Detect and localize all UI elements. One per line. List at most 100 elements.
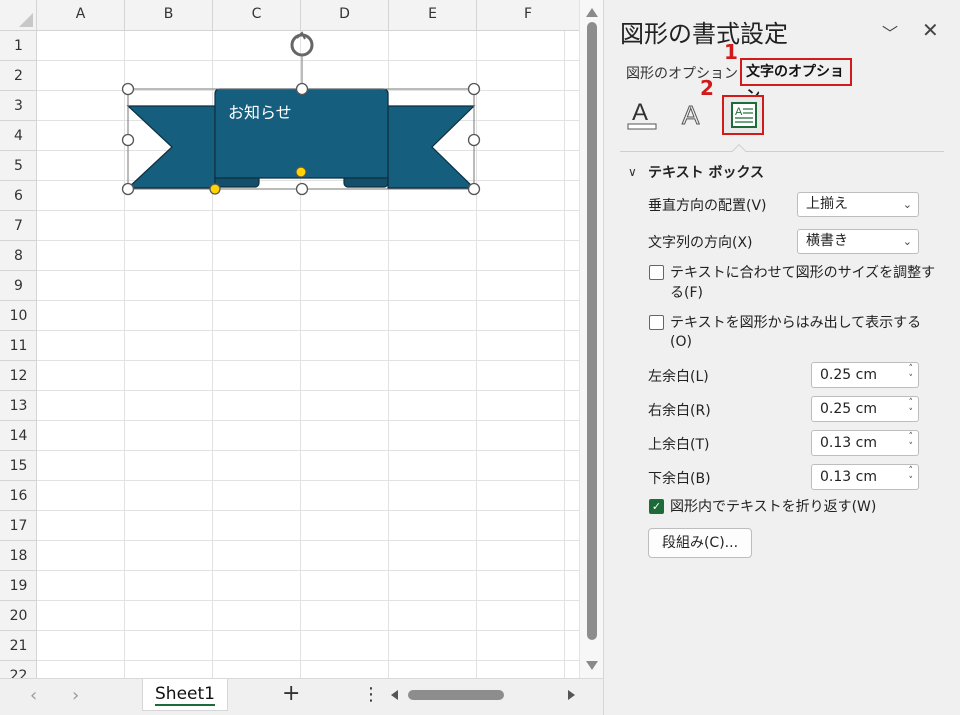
column-header-b[interactable]: B: [125, 0, 213, 31]
chevron-down-icon[interactable]: ﹀: [882, 20, 898, 44]
tab-text-options[interactable]: 文字のオプション: [740, 58, 852, 104]
section-collapse-icon[interactable]: ∨: [628, 165, 637, 179]
vertical-scroll-thumb[interactable]: [587, 22, 597, 640]
resize-handle: [121, 182, 135, 196]
row-header[interactable]: 21: [0, 631, 36, 661]
close-icon[interactable]: ✕: [922, 18, 939, 42]
row-header[interactable]: 1: [0, 31, 36, 61]
adjust-handle: [209, 183, 221, 195]
sheet-tab-sheet1[interactable]: Sheet1: [142, 679, 228, 711]
top-margin-value: 0.13 cm: [820, 435, 877, 451]
vertical-align-label: 垂直方向の配置(V): [648, 198, 767, 214]
row-header[interactable]: 7: [0, 211, 36, 241]
spin-arrows-icon[interactable]: ˄ ˅: [909, 364, 914, 384]
row-header[interactable]: 18: [0, 541, 36, 571]
row-header[interactable]: 16: [0, 481, 36, 511]
scroll-up-arrow-icon[interactable]: [586, 8, 598, 17]
step-number-1: 1: [724, 40, 738, 64]
row-header[interactable]: 17: [0, 511, 36, 541]
select-all-corner[interactable]: [0, 0, 37, 31]
next-sheet-icon[interactable]: ›: [72, 685, 79, 706]
column-header-e[interactable]: E: [389, 0, 477, 31]
tab-shape-options[interactable]: 図形のオプション: [626, 63, 738, 83]
select-all-triangle-icon: [19, 13, 33, 27]
row-header[interactable]: 12: [0, 361, 36, 391]
vertical-scrollbar[interactable]: [579, 0, 603, 678]
row-header[interactable]: 19: [0, 571, 36, 601]
ribbon-right-tail: [387, 105, 476, 189]
section-title-textbox[interactable]: テキスト ボックス: [648, 162, 764, 182]
right-margin-value: 0.25 cm: [820, 401, 877, 417]
column-header-a[interactable]: A: [37, 0, 125, 31]
resize-shape-checkbox[interactable]: [649, 265, 664, 280]
sheet-tab-bar: ‹ › Sheet1 + ⋮: [0, 678, 603, 715]
row-header[interactable]: 14: [0, 421, 36, 451]
resize-shape-label-line2[interactable]: る(F): [670, 283, 703, 303]
column-headers: A B C D E F: [37, 0, 579, 31]
scroll-left-arrow-icon[interactable]: [391, 690, 398, 700]
spin-arrows-icon[interactable]: ˄ ˅: [909, 398, 914, 418]
pane-title: 図形の書式設定: [620, 20, 788, 48]
top-margin-input[interactable]: 0.13 cm ˄ ˅: [811, 430, 919, 456]
left-margin-input[interactable]: 0.25 cm ˄ ˅: [811, 362, 919, 388]
horizontal-scroll-thumb[interactable]: [408, 690, 504, 700]
resize-handle: [295, 82, 309, 96]
right-margin-input[interactable]: 0.25 cm ˄ ˅: [811, 396, 919, 422]
ribbon-banner-shape[interactable]: [115, 30, 495, 210]
row-header[interactable]: 3: [0, 91, 36, 121]
spin-arrows-icon[interactable]: ˄ ˅: [909, 432, 914, 452]
overflow-checkbox[interactable]: [649, 315, 664, 330]
row-header[interactable]: 4: [0, 121, 36, 151]
left-margin-value: 0.25 cm: [820, 367, 877, 383]
spin-arrows-icon[interactable]: ˄ ˅: [909, 466, 914, 486]
row-header[interactable]: 8: [0, 241, 36, 271]
scroll-down-arrow-icon[interactable]: [586, 661, 598, 670]
chevron-down-icon: ⌄: [902, 198, 912, 211]
column-header-f[interactable]: F: [477, 0, 579, 31]
row-header[interactable]: 5: [0, 151, 36, 181]
row-header[interactable]: 20: [0, 601, 36, 631]
horizontal-scrollbar[interactable]: [388, 687, 578, 703]
resize-handle: [121, 133, 135, 147]
vertical-align-dropdown[interactable]: 上揃え ⌄: [797, 192, 919, 217]
row-header[interactable]: 22: [0, 661, 36, 678]
add-sheet-icon[interactable]: +: [282, 681, 300, 706]
overflow-label-line2[interactable]: (O): [670, 332, 692, 352]
row-header[interactable]: 6: [0, 181, 36, 211]
text-effects-icon[interactable]: A: [674, 96, 710, 132]
svg-text:A: A: [632, 99, 648, 126]
bottom-margin-input[interactable]: 0.13 cm ˄ ˅: [811, 464, 919, 490]
wrap-text-label[interactable]: 図形内でテキストを折り返す(W): [670, 497, 876, 517]
svg-text:A: A: [735, 106, 743, 118]
row-header[interactable]: 9: [0, 271, 36, 301]
column-header-c[interactable]: C: [213, 0, 301, 31]
resize-shape-label-line1[interactable]: テキストに合わせて図形のサイズを調整す: [670, 263, 935, 283]
row-header[interactable]: 2: [0, 61, 36, 91]
ribbon-left-tail: [126, 105, 216, 189]
wrap-text-checkbox[interactable]: ✓: [649, 499, 664, 514]
prev-sheet-icon[interactable]: ‹: [30, 685, 37, 706]
text-direction-dropdown[interactable]: 横書き ⌄: [797, 229, 919, 254]
column-header-d[interactable]: D: [301, 0, 389, 31]
row-header[interactable]: 10: [0, 301, 36, 331]
row-header[interactable]: 15: [0, 451, 36, 481]
text-fill-outline-icon[interactable]: A: [624, 96, 660, 132]
more-options-icon[interactable]: ⋮: [362, 684, 380, 705]
format-shape-pane: 図形の書式設定 ﹀ ✕ 1 図形のオプション 文字のオプション 2 A A A …: [603, 0, 960, 715]
textbox-category-button[interactable]: A: [722, 95, 764, 135]
scroll-right-arrow-icon[interactable]: [568, 690, 575, 700]
columns-button[interactable]: 段組み(C)...: [648, 528, 752, 558]
overflow-label-line1[interactable]: テキストを図形からはみ出して表示する: [670, 313, 921, 333]
right-margin-label: 右余白(R): [648, 403, 711, 419]
adjust-handle: [295, 166, 307, 178]
resize-handle: [467, 182, 481, 196]
bottom-margin-value: 0.13 cm: [820, 469, 877, 485]
pane-separator: [620, 151, 944, 152]
row-header[interactable]: 13: [0, 391, 36, 421]
row-header[interactable]: 11: [0, 331, 36, 361]
svg-text:A: A: [682, 100, 700, 130]
chevron-down-icon: ⌄: [902, 235, 912, 248]
shape-text[interactable]: お知らせ: [228, 99, 292, 123]
textbox-icon: A: [731, 102, 757, 128]
resize-handle: [467, 133, 481, 147]
